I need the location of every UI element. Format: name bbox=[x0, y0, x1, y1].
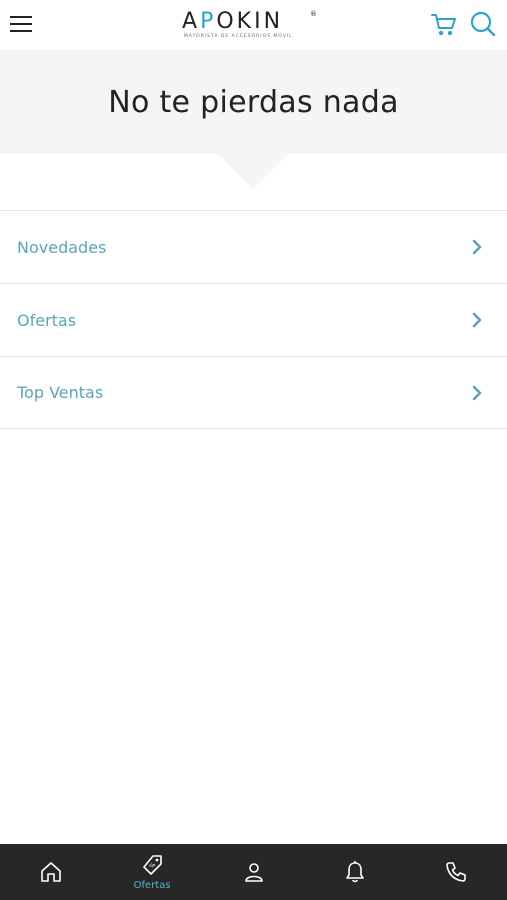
search-button[interactable] bbox=[469, 10, 497, 38]
nav-home[interactable] bbox=[0, 844, 101, 900]
list-item-label: Ofertas bbox=[17, 310, 77, 330]
bell-icon bbox=[346, 861, 364, 883]
list-item-ofertas[interactable]: Ofertas bbox=[0, 283, 507, 356]
cart-button[interactable] bbox=[430, 12, 458, 38]
chevron-right-icon bbox=[472, 239, 482, 255]
list-item-label: Top Ventas bbox=[17, 383, 104, 402]
chevron-right-icon bbox=[472, 312, 482, 328]
menu-button[interactable] bbox=[9, 12, 35, 36]
user-icon bbox=[244, 863, 263, 882]
logo-tagline: MAYORISTA DE ACCESORIOS MÓVIL bbox=[184, 34, 293, 39]
cart-icon bbox=[431, 14, 456, 36]
nav-account[interactable] bbox=[203, 844, 304, 900]
phone-icon bbox=[446, 862, 467, 882]
home-icon bbox=[40, 862, 61, 882]
nav-contact[interactable] bbox=[406, 844, 507, 900]
category-list: Novedades Ofertas Top Ventas bbox=[0, 210, 507, 429]
header: APOKIN ® MAYORISTA DE ACCESORIOS MÓVIL bbox=[0, 0, 507, 50]
logo[interactable]: APOKIN ® MAYORISTA DE ACCESORIOS MÓVIL bbox=[182, 9, 322, 41]
list-item-label: Novedades bbox=[17, 237, 107, 257]
hamburger-icon bbox=[10, 16, 32, 32]
nav-ofertas[interactable]: % Ofertas bbox=[101, 844, 202, 900]
banner-pointer bbox=[218, 154, 288, 189]
logo-wordmark: APOKIN bbox=[182, 9, 284, 34]
list-item-novedades[interactable]: Novedades bbox=[0, 210, 507, 283]
chevron-right-icon bbox=[472, 385, 482, 400]
banner: No te pierdas nada bbox=[0, 50, 507, 154]
search-icon bbox=[470, 11, 496, 37]
nav-label: Ofertas bbox=[133, 879, 171, 891]
list-item-top-ventas[interactable]: Top Ventas bbox=[0, 356, 507, 429]
app-screen: APOKIN ® MAYORISTA DE ACCESORIOS MÓVIL N… bbox=[0, 0, 507, 900]
page-title: No te pierdas nada bbox=[108, 84, 399, 120]
logo-registered-mark: ® bbox=[310, 10, 317, 18]
bottom-nav: % Ofertas bbox=[0, 844, 507, 900]
tag-icon: % bbox=[143, 854, 162, 875]
nav-notifications[interactable] bbox=[304, 844, 405, 900]
